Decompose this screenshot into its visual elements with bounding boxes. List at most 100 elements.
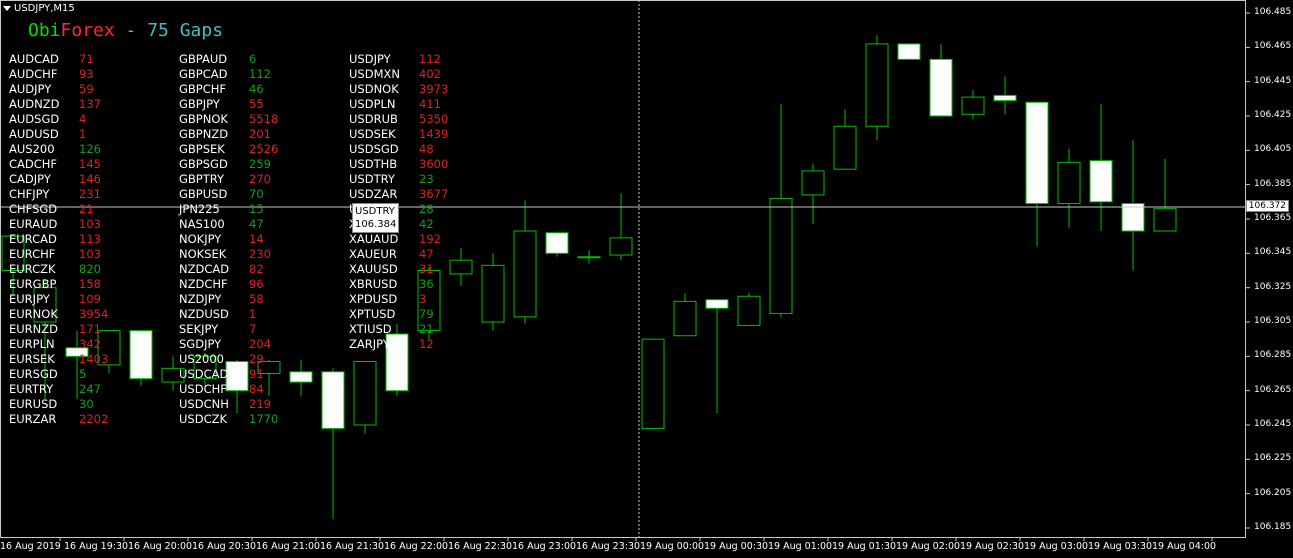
gap-row: USDTHB 3600 [349,157,448,171]
gap-value: 1 [79,127,87,141]
gap-row: USDCAD 91 [179,367,264,381]
gap-symbol: EURCHF [9,247,56,261]
gap-symbol: AUS200 [9,142,55,156]
gap-symbol: XBRUSD [349,277,398,291]
gap-symbol: USDCHF [179,382,227,396]
gap-row: USDSGD 48 [349,142,434,156]
gap-symbol: EURCAD [9,232,57,246]
gap-row: USDNOK 3973 [349,82,448,96]
gap-value: 82 [249,262,264,276]
gap-row: US2000 29 [179,352,264,366]
candle-body [961,96,985,115]
gap-symbol: NAS100 [179,217,225,231]
gap-value: 5350 [419,112,449,126]
gap-row: XPTUSD 79 [349,307,434,321]
gap-symbol: USDSEK [349,127,396,141]
candle [353,360,377,434]
gap-value: 2526 [249,142,279,156]
gap-row: NZDCAD 82 [179,262,264,276]
gap-value: 126 [79,142,101,156]
gap-value: 42 [419,217,434,231]
gap-row: XAUUSD 31 [349,262,434,276]
gap-symbol: CADCHF [9,157,58,171]
gap-row: GBPNOK 5518 [179,112,278,126]
price-tick-label: 106.445 [1254,75,1292,86]
gap-symbol: USDNOK [349,82,399,96]
chart-symbol-menu[interactable]: USDJPY,M15 [3,3,75,14]
gap-value: 7 [249,322,257,336]
price-tick-label: 106.485 [1254,7,1292,17]
gap-row: NOKSEK 230 [179,247,271,261]
gap-symbol: GBPCHF [179,82,227,96]
gap-row: EURGBP 158 [9,277,101,291]
gap-row: USDMXN 402 [349,67,441,81]
gap-symbol: USDCZK [179,412,228,426]
gap-symbol: XAUEUR [349,247,397,261]
gap-row: XAUEUR 47 [349,247,434,261]
gap-value: 2202 [79,412,109,426]
gap-value: 201 [249,127,271,141]
time-tick-label: 16 Aug 2019 [0,541,61,552]
candle [1153,158,1177,232]
time-tick-label: 16 Aug 23:30 [576,541,641,552]
gap-value: 30 [79,397,94,411]
gap-symbol: GBPTRY [179,172,225,186]
gap-symbol: USDJPY [349,52,391,66]
gap-row: EURUSD 30 [9,397,94,411]
price-tick-label: 106.345 [1254,247,1292,258]
gap-value: 247 [79,382,101,396]
gap-value: 204 [249,337,271,351]
chart-symbol-label: USDJPY,M15 [14,3,75,14]
gap-value: 36 [419,277,434,291]
gap-value: 171 [79,322,101,336]
gap-row: AUS200 126 [9,142,101,156]
time-tick-label: 19 Aug 03:30 [1088,541,1153,552]
gap-value: 158 [79,277,101,291]
gap-symbol: NZDCHF [179,277,228,291]
gap-row: AUDCAD 71 [9,52,94,66]
gap-value: 342 [79,337,101,351]
gap-symbol: US2000 [179,352,224,366]
gap-value: 3600 [419,157,449,171]
price-tick-label: 106.305 [1254,316,1292,326]
gap-row: EURCZK 820 [9,262,101,276]
price-tick-label: 106.185 [1254,522,1292,532]
gap-value: 96 [249,277,264,291]
gap-value: 137 [79,97,101,111]
gap-row: EURCAD 113 [9,232,101,246]
indicator-title-gaps: - 75 Gaps [114,20,224,41]
gap-symbol: JPN225 [179,202,220,216]
gap-value: 46 [249,82,264,96]
candle-body [993,94,1017,102]
time-tick-label: 19 Aug 01:00 [768,541,833,552]
candle-body [769,197,793,314]
gap-value: 5 [79,367,87,381]
candle-body [641,338,665,429]
gap-symbol: NOKJPY [179,232,222,246]
gap-symbol: GBPNZD [179,127,229,141]
candle-body [865,43,889,127]
gap-row: USDCHF 84 [179,382,264,396]
gap-row: USDCZK 1770 [179,412,278,426]
gap-row: GBPUSD 70 [179,187,264,201]
gap-value: 103 [79,247,101,261]
gap-row: NZDJPY 58 [179,292,264,306]
gap-value: 3973 [419,82,449,96]
dropdown-triangle-icon [3,6,11,11]
candle [769,103,793,317]
gap-value: 411 [419,97,441,111]
gap-symbol: ZARJPY [349,337,390,351]
gap-value: 1403 [79,352,109,366]
gap-value: 3 [419,292,427,306]
gap-symbol: GBPCAD [179,67,228,81]
gap-row: XTIUSD 21 [349,322,434,336]
gap-value: 14 [249,232,264,246]
gap-value: 259 [249,157,271,171]
gap-row: JPN225 15 [179,202,264,216]
gap-symbol: AUDNZD [9,97,60,111]
time-tick-label: 16 Aug 23:00 [512,541,577,552]
candle-body [353,360,377,426]
candle [577,249,601,264]
gap-value: 47 [419,247,434,261]
gap-value: 91 [249,367,264,381]
